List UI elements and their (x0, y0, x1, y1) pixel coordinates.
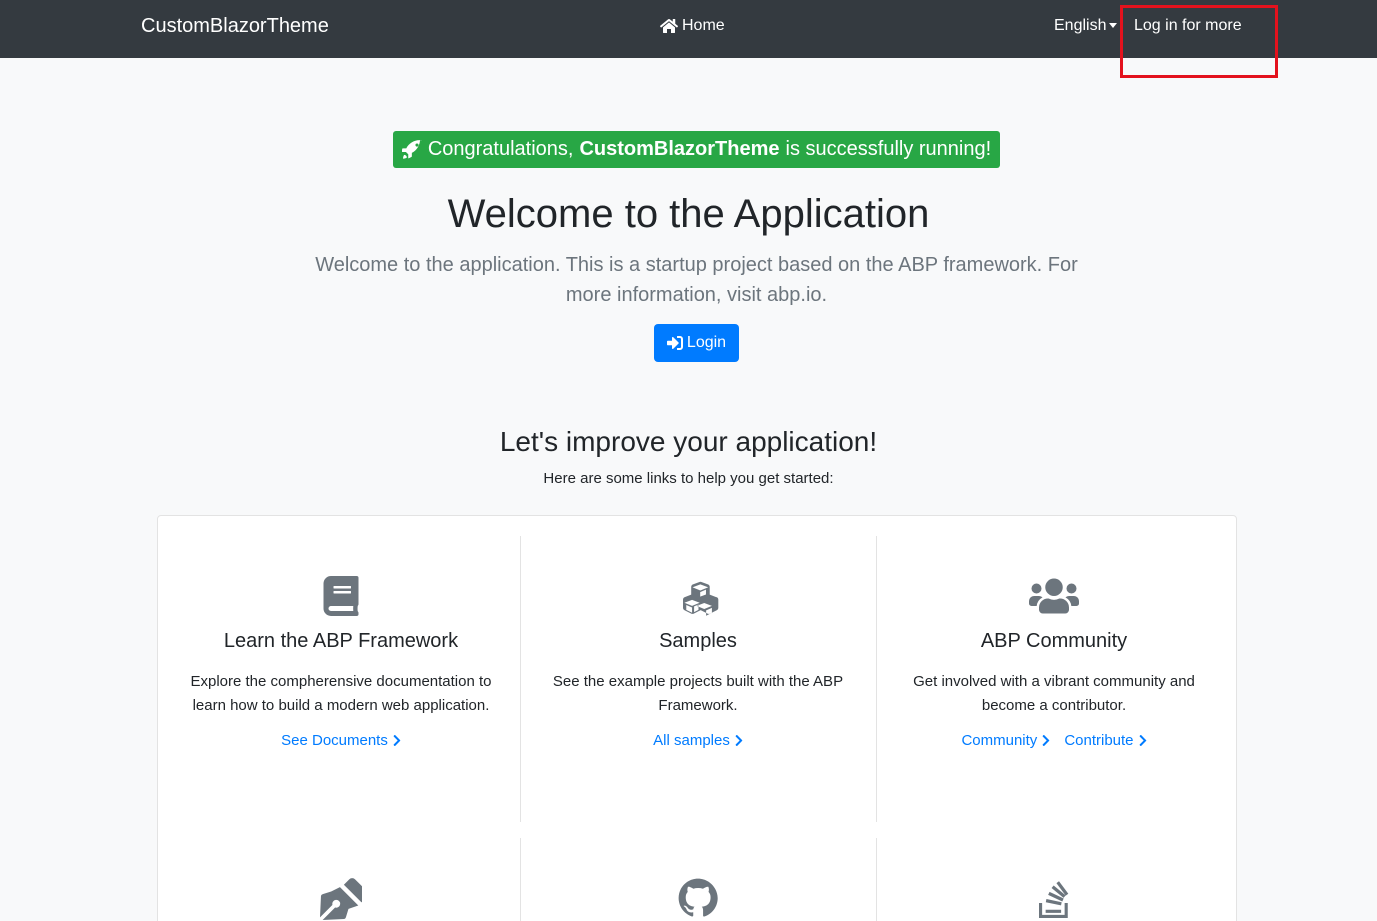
divider (520, 838, 521, 921)
home-icon (660, 19, 678, 33)
alert-app-name: CustomBlazorTheme (579, 138, 780, 160)
page-title: Welcome to the Application (447, 192, 930, 236)
login-button[interactable]: Login (654, 324, 739, 362)
book-icon (323, 576, 359, 616)
card-description: Get involved with a vibrant community an… (913, 673, 1195, 714)
chevron-right-icon (1139, 734, 1146, 747)
divider (876, 838, 877, 921)
link-label: Contribute (1064, 732, 1134, 749)
card-title: ABP Community (980, 630, 1128, 652)
card-links: Community Contribute (895, 732, 1213, 749)
card-title: Learn the ABP Framework (223, 630, 459, 652)
divider (520, 536, 521, 822)
brand-link[interactable]: CustomBlazorTheme (141, 15, 329, 38)
card-links: See Documents (188, 732, 494, 749)
alert-suffix: is successfully running! (785, 138, 992, 160)
chevron-right-icon (735, 734, 743, 747)
section-subtitle: Here are some links to help you get star… (543, 470, 834, 487)
card-column-github (538, 878, 858, 918)
language-dropdown[interactable]: English (1054, 17, 1118, 35)
alert-prefix: Congratulations, (427, 138, 574, 160)
sign-in-icon (666, 336, 683, 350)
all-samples-link[interactable]: All samples (653, 732, 743, 749)
login-button-label: Login (686, 334, 727, 351)
community-link[interactable]: Community (961, 732, 1050, 749)
nav-home-label: Home (682, 17, 725, 34)
card-column-blog (188, 878, 494, 920)
success-alert: Congratulations, CustomBlazorTheme is su… (393, 131, 1000, 168)
see-documents-link[interactable]: See Documents (281, 732, 401, 749)
link-label: Community (961, 732, 1038, 749)
caret-down-icon (1109, 22, 1118, 28)
nav-login-link[interactable]: Log in for more (1134, 17, 1242, 35)
language-label: English (1054, 17, 1107, 34)
links-card: Learn the ABP Framework Explore the comp… (157, 515, 1237, 921)
stack-overflow-icon (1039, 881, 1069, 918)
card-column-stackoverflow (895, 878, 1213, 918)
contribute-link[interactable]: Contribute (1064, 732, 1146, 749)
pen-nib-icon (320, 878, 362, 920)
link-label: See Documents (281, 732, 388, 749)
section-title: Let's improve your application! (499, 426, 878, 457)
divider (876, 536, 877, 822)
navbar: CustomBlazorTheme Home English Log in fo… (0, 0, 1377, 58)
cubes-icon (682, 581, 719, 616)
card-column-community: ABP Community Get involved with a vibran… (895, 576, 1213, 749)
card-description: See the example projects built with the … (552, 673, 844, 714)
chevron-right-icon (393, 734, 401, 747)
card-column-docs: Learn the ABP Framework Explore the comp… (188, 576, 494, 749)
chevron-right-icon (1042, 734, 1050, 747)
nav-home-link[interactable]: Home (660, 17, 725, 35)
card-column-samples: Samples See the example projects built w… (538, 576, 858, 749)
github-icon (678, 878, 718, 917)
users-icon (1029, 578, 1079, 614)
card-links: All samples (538, 732, 858, 749)
card-title: Samples (659, 630, 737, 652)
card-description: Explore the compherensive documentation … (190, 673, 492, 714)
rocket-icon (401, 139, 422, 159)
hero-lead: Welcome to the application. This is a st… (315, 254, 1078, 306)
link-label: All samples (653, 732, 730, 749)
